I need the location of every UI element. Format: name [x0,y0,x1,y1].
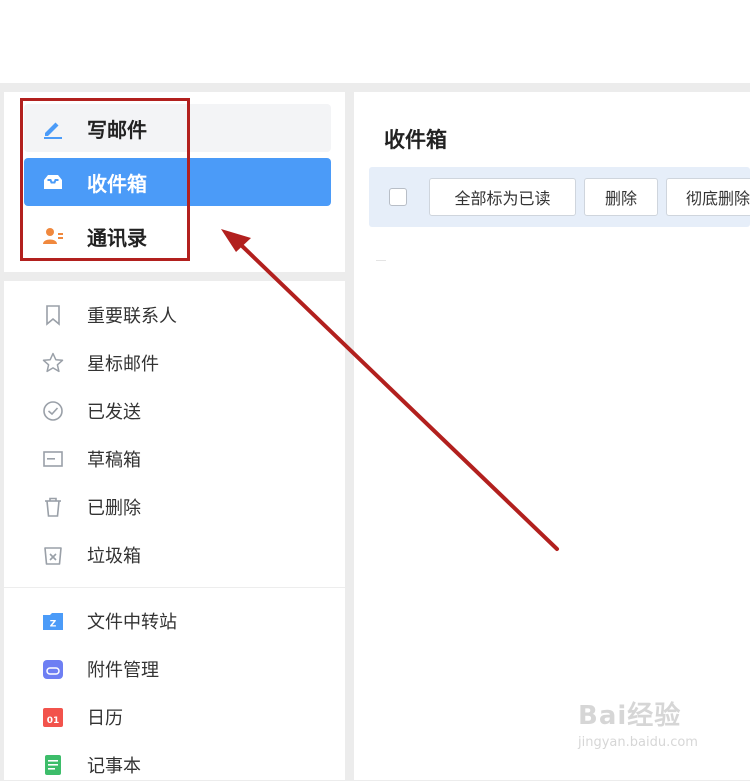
watermark-brand: Bai经验 [578,701,682,731]
app-label: 日历 [87,708,123,729]
nav-inbox-label: 收件箱 [87,171,147,196]
check-circle-icon [40,398,66,424]
folder-spam[interactable]: 垃圾箱 [40,539,141,571]
mark-all-read-button[interactable]: 全部标为已读 [429,178,576,216]
app-label: 附件管理 [87,660,159,681]
draft-icon [40,446,66,472]
spam-bin-icon [40,542,66,568]
app-label: 文件中转站 [87,612,177,633]
app-file-transfer[interactable]: Z 文件中转站 [40,605,177,637]
main-panel: 收件箱 全部标为已读 删除 彻底删除 [354,92,750,780]
nav-compose-label: 写邮件 [87,117,147,142]
permanent-delete-button[interactable]: 彻底删除 [666,178,750,216]
app-label: 记事本 [87,756,141,777]
trash-icon [40,494,66,520]
star-icon [40,350,66,376]
folder-label: 星标邮件 [87,354,159,375]
folders-panel: 重要联系人 星标邮件 已发送 草稿箱 已删除 垃圾箱 Z 文件中转站 附件管理 … [4,281,345,780]
page-title: 收件箱 [384,128,447,152]
app-calendar[interactable]: 01 日历 [40,701,123,733]
folder-label: 草稿箱 [87,450,141,471]
folder-starred[interactable]: 星标邮件 [40,347,159,379]
select-all-checkbox[interactable] [389,188,407,206]
delete-button[interactable]: 删除 [584,178,658,216]
mail-toolbar: 全部标为已读 删除 彻底删除 [369,167,750,227]
top-bar [0,0,750,83]
app-attachments[interactable]: 附件管理 [40,653,159,685]
compose-pen-icon [40,115,66,141]
app-notepad[interactable]: 记事本 [40,749,141,781]
attachment-icon [40,656,66,682]
nav-contacts-label: 通讯录 [87,225,147,250]
folder-label: 垃圾箱 [87,546,141,567]
inbox-tray-icon [40,169,66,195]
nav-compose[interactable]: 写邮件 [24,104,331,152]
primary-nav-panel: 写邮件 收件箱 通讯录 [4,92,345,272]
bookmark-icon [40,302,66,328]
folder-important-contacts[interactable]: 重要联系人 [40,299,177,331]
watermark-url: jingyan.baidu.com [578,735,698,750]
notepad-icon [40,752,66,778]
baidu-jingyan-watermark: Bai经验 jingyan.baidu.com [578,695,738,765]
folder-label: 已发送 [87,402,141,423]
calendar-icon: 01 [40,704,66,730]
file-transfer-icon: Z [40,608,66,634]
svg-text:01: 01 [47,716,60,726]
folder-divider [4,587,345,588]
nav-inbox[interactable]: 收件箱 [24,158,331,206]
folder-label: 重要联系人 [87,306,177,327]
folder-deleted[interactable]: 已删除 [40,491,141,523]
contacts-card-icon [40,223,66,249]
svg-text:Z: Z [50,620,57,630]
nav-contacts[interactable]: 通讯录 [24,212,331,260]
folder-drafts[interactable]: 草稿箱 [40,443,141,475]
list-divider [376,260,386,261]
folder-label: 已删除 [87,498,141,519]
folder-sent[interactable]: 已发送 [40,395,141,427]
